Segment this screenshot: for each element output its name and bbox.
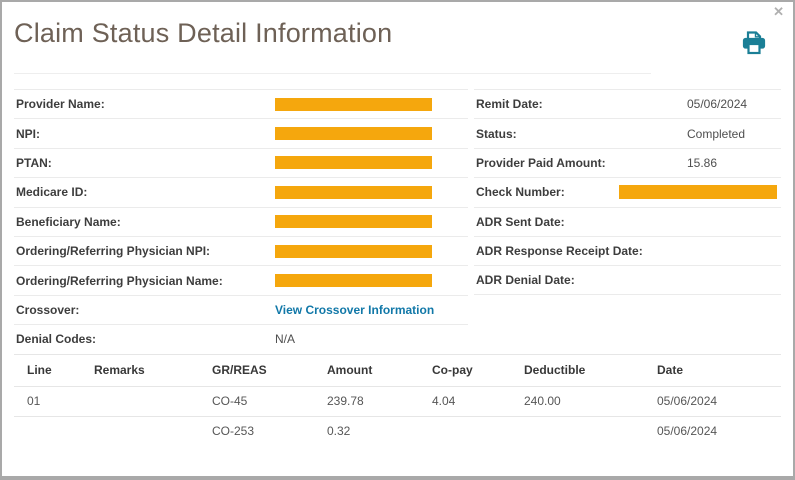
- field-label: ADR Denial Date:: [476, 273, 687, 287]
- cell-deductible: 240.00: [524, 394, 657, 408]
- left-field-column: Provider Name: NPI: PTAN: Medicare ID: B…: [14, 89, 468, 354]
- field-label: Remit Date:: [476, 97, 687, 111]
- field-label: Crossover:: [16, 303, 275, 317]
- cell-amount: 0.32: [327, 424, 432, 438]
- field-check-number: Check Number:: [474, 177, 781, 206]
- print-button[interactable]: [742, 30, 766, 56]
- field-label: ADR Sent Date:: [476, 215, 687, 229]
- column-header-gr-reas: GR/REAS: [212, 363, 327, 377]
- claim-detail-fields: Provider Name: NPI: PTAN: Medicare ID: B…: [14, 89, 781, 354]
- field-label: PTAN:: [16, 156, 275, 170]
- cell-co-pay: 4.04: [432, 394, 524, 408]
- field-label: Beneficiary Name:: [16, 215, 275, 229]
- field-denial-codes: Denial Codes: N/A: [14, 324, 468, 353]
- field-ordering-referring-physician-name: Ordering/Referring Physician Name:: [14, 265, 468, 294]
- cell-line: 01: [14, 394, 94, 408]
- table-header-row: Line Remarks GR/REAS Amount Co-pay Deduc…: [14, 354, 781, 386]
- field-adr-response-receipt-date: ADR Response Receipt Date:: [474, 236, 781, 265]
- redacted-value-bar: [275, 127, 432, 140]
- field-label: Status:: [476, 127, 687, 141]
- field-beneficiary-name: Beneficiary Name:: [14, 207, 468, 236]
- field-label: Medicare ID:: [16, 185, 275, 199]
- column-header-co-pay: Co-pay: [432, 363, 524, 377]
- redacted-value-bar: [275, 98, 432, 111]
- field-label: NPI:: [16, 127, 275, 141]
- redacted-value-bar: [619, 185, 777, 199]
- claim-lines-table: Line Remarks GR/REAS Amount Co-pay Deduc…: [14, 354, 781, 446]
- field-value: N/A: [275, 332, 295, 346]
- field-label: Ordering/Referring Physician NPI:: [16, 244, 275, 258]
- cell-gr-reas: CO-253: [212, 424, 327, 438]
- table-row: 01 CO-45 239.78 4.04 240.00 05/06/2024: [14, 386, 781, 416]
- cell-gr-reas: CO-45: [212, 394, 327, 408]
- page-title: Claim Status Detail Information: [14, 18, 392, 49]
- printer-icon: [742, 44, 766, 59]
- field-medicare-id: Medicare ID:: [14, 177, 468, 206]
- field-value: Completed: [687, 127, 745, 141]
- redacted-value-bar: [275, 215, 432, 228]
- field-adr-denial-date: ADR Denial Date:: [474, 265, 781, 294]
- view-crossover-information-link[interactable]: View Crossover Information: [275, 303, 434, 317]
- field-adr-sent-date: ADR Sent Date:: [474, 207, 781, 236]
- column-header-date: Date: [657, 363, 781, 377]
- field-label: Ordering/Referring Physician Name:: [16, 274, 275, 288]
- field-npi: NPI:: [14, 118, 468, 147]
- field-provider-name: Provider Name:: [14, 89, 468, 118]
- field-provider-paid-amount: Provider Paid Amount: 15.86: [474, 148, 781, 177]
- column-header-line: Line: [14, 363, 94, 377]
- field-label: Provider Paid Amount:: [476, 156, 687, 170]
- field-label: ADR Response Receipt Date:: [476, 244, 687, 258]
- field-ordering-referring-physician-npi: Ordering/Referring Physician NPI:: [14, 236, 468, 265]
- header-divider: [14, 73, 651, 74]
- field-label: Check Number:: [476, 185, 619, 199]
- field-status: Status: Completed: [474, 118, 781, 147]
- redacted-value-bar: [275, 156, 432, 169]
- table-row: CO-253 0.32 05/06/2024: [14, 416, 781, 446]
- cell-date: 05/06/2024: [657, 394, 781, 408]
- claim-status-detail-dialog: ✕ Claim Status Detail Information Provid…: [0, 0, 795, 480]
- column-header-deductible: Deductible: [524, 363, 657, 377]
- column-header-amount: Amount: [327, 363, 432, 377]
- cell-date: 05/06/2024: [657, 424, 781, 438]
- right-field-column: Remit Date: 05/06/2024 Status: Completed…: [474, 89, 781, 295]
- redacted-value-bar: [275, 186, 432, 199]
- field-ptan: PTAN:: [14, 148, 468, 177]
- redacted-value-bar: [275, 274, 432, 287]
- field-value: 15.86: [687, 156, 717, 170]
- field-label: Denial Codes:: [16, 332, 275, 346]
- cell-amount: 239.78: [327, 394, 432, 408]
- field-label: Provider Name:: [16, 97, 275, 111]
- field-value: 05/06/2024: [687, 97, 747, 111]
- dialog-header: Claim Status Detail Information: [2, 2, 793, 74]
- redacted-value-bar: [275, 245, 432, 258]
- column-header-remarks: Remarks: [94, 363, 212, 377]
- field-remit-date: Remit Date: 05/06/2024: [474, 89, 781, 118]
- field-crossover: Crossover: View Crossover Information: [14, 295, 468, 324]
